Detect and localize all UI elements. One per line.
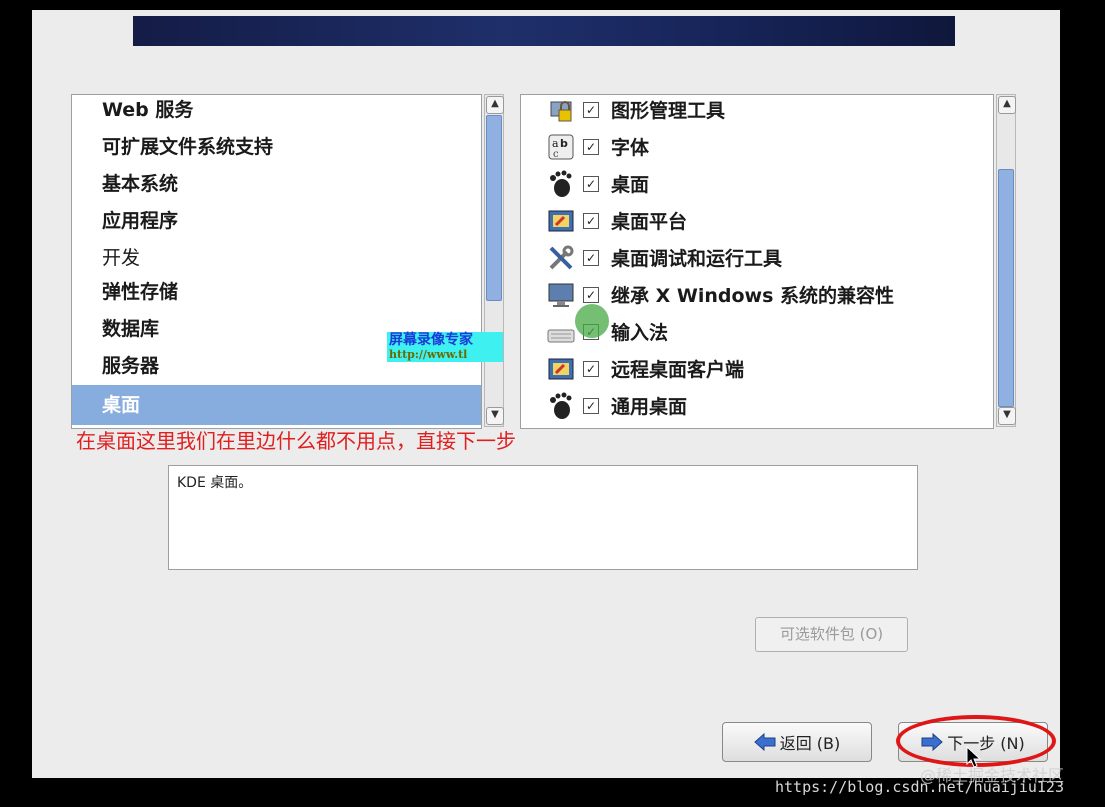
package-label: 输入法 [611, 322, 669, 344]
package-item[interactable]: ✓ 远程桌面客户端 [547, 350, 987, 387]
group-list-scrollbar[interactable]: ▲ ▼ [484, 94, 504, 427]
lock-icon [547, 96, 575, 124]
svg-text:c: c [553, 149, 559, 160]
package-label: 字体 [611, 137, 650, 159]
package-item[interactable]: ✓ 桌面平台 [547, 202, 987, 239]
group-item-resilient-storage[interactable]: 弹性存储 [72, 274, 481, 311]
scroll-up-button[interactable]: ▲ [486, 96, 504, 114]
package-checkbox[interactable]: ✓ [583, 138, 599, 155]
annotation-note: 在桌面这里我们在里边什么都不用点，直接下一步 [76, 429, 516, 453]
package-label: 远程桌面客户端 [611, 359, 745, 381]
optional-packages-button[interactable]: 可选软件包 (O) [755, 617, 908, 652]
package-label: 桌面 [611, 174, 650, 196]
package-item[interactable]: ✓ 桌面调试和运行工具 [547, 239, 987, 276]
group-item-desktop[interactable]: 桌面 [72, 385, 481, 425]
package-item[interactable]: ✓ 继承 X Windows 系统的兼容性 [547, 276, 987, 313]
gnome-foot-icon [547, 392, 575, 420]
package-item[interactable]: abc ✓ 字体 [547, 128, 987, 165]
package-label: 桌面调试和运行工具 [611, 248, 783, 270]
header-banner [133, 16, 955, 46]
group-item-filesystem[interactable]: 可扩展文件系统支持 [72, 129, 481, 166]
watermark-url: http://www.tl [389, 348, 468, 361]
font-icon: abc [547, 133, 575, 161]
scroll-thumb[interactable] [998, 169, 1014, 407]
package-label: 图形管理工具 [611, 100, 726, 122]
scroll-up-button[interactable]: ▲ [998, 96, 1016, 114]
package-label: 通用桌面 [611, 396, 688, 418]
keyboard-icon [547, 318, 575, 346]
package-item[interactable]: ✓ 图形管理工具 [547, 95, 987, 128]
package-checkbox[interactable]: ✓ [583, 397, 599, 414]
package-list: ✓ 图形管理工具 abc ✓ 字体 ✓ 桌面 ✓ 桌面平台 ✓ 桌面调试和运行工… [520, 94, 994, 429]
back-button[interactable]: 返回 (B) [722, 722, 872, 762]
group-item-base-system[interactable]: 基本系统 [72, 166, 481, 203]
group-item-web[interactable]: Web 服务 [72, 95, 481, 129]
package-item[interactable]: ✓ 桌面 [547, 165, 987, 202]
package-checkbox[interactable]: ✓ [583, 360, 599, 377]
scroll-down-button[interactable]: ▼ [998, 407, 1016, 425]
group-description: KDE 桌面。 [168, 465, 918, 570]
package-label: 桌面平台 [611, 211, 688, 233]
scroll-down-button[interactable]: ▼ [486, 407, 504, 425]
scroll-thumb[interactable] [486, 115, 502, 301]
package-checkbox[interactable]: ✓ [583, 101, 599, 118]
gnome-foot-icon [547, 170, 575, 198]
package-item[interactable]: ✓ 通用桌面 [547, 387, 987, 424]
recorder-watermark: 屏幕录像专家 http://www.tl [387, 332, 503, 362]
package-checkbox[interactable]: ✓ [583, 212, 599, 229]
installer-window: Web 服务 可扩展文件系统支持 基本系统 应用程序 开发 弹性存储 数据库 服… [32, 10, 1060, 778]
monitor-icon [547, 281, 575, 309]
desktop-platform-icon [547, 207, 575, 235]
group-item-development[interactable]: 开发 [72, 240, 481, 277]
package-list-scrollbar[interactable]: ▲ ▼ [996, 94, 1016, 427]
footer-url: https://blog.csdn.net/huaijiu123 [775, 778, 1064, 796]
package-label: 继承 X Windows 系统的兼容性 [611, 285, 895, 307]
package-checkbox[interactable]: ✓ [583, 175, 599, 192]
arrow-left-icon [753, 733, 776, 751]
remote-desktop-icon [547, 355, 575, 383]
group-list: Web 服务 可扩展文件系统支持 基本系统 应用程序 开发 弹性存储 数据库 服… [71, 94, 482, 429]
package-checkbox[interactable]: ✓ [583, 286, 599, 303]
click-highlight [575, 304, 609, 338]
package-item[interactable]: ✓ 输入法 [547, 313, 987, 350]
tools-icon [547, 244, 575, 272]
svg-text:b: b [560, 137, 568, 150]
group-item-applications[interactable]: 应用程序 [72, 203, 481, 240]
watermark-title: 屏幕录像专家 [389, 332, 473, 348]
back-button-label: 返回 (B) [779, 734, 841, 753]
package-checkbox[interactable]: ✓ [583, 249, 599, 266]
